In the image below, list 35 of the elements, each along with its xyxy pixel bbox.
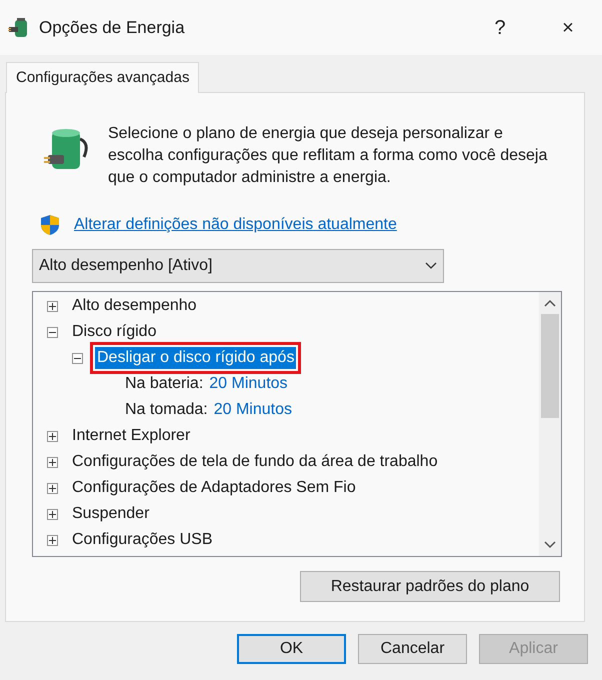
close-button[interactable]: ×	[534, 8, 602, 48]
shield-icon	[40, 214, 60, 236]
expand-icon[interactable]	[47, 482, 58, 494]
setting-value[interactable]: 20 Minutos	[214, 398, 292, 422]
tree-item[interactable]: Configurações de Adaptadores Sem Fio	[70, 477, 358, 499]
dialog-button[interactable]: OK	[237, 634, 346, 664]
setting-label: Na bateria:	[125, 374, 204, 394]
tree-item[interactable]: Alto desempenho	[70, 295, 199, 317]
tree-item[interactable]: Configurações USB	[70, 529, 215, 551]
help-button[interactable]: ?	[466, 8, 534, 48]
tree-item[interactable]: Configurações de tela de fundo da área de trabalho	[70, 451, 440, 473]
scrollbar[interactable]	[539, 292, 561, 556]
collapse-icon[interactable]	[72, 352, 83, 364]
window-title: Opções de Energia	[39, 16, 185, 39]
description-text: Selecione o plano de energia que deseja personalizar e escolha configurações que reflitam a forma como você deseja que o computador administre a energia.	[108, 124, 548, 188]
tree-item[interactable]: Desligar o disco rígido após	[95, 347, 296, 369]
chevron-down-icon	[425, 262, 437, 270]
tree-item[interactable]: Internet Explorer	[70, 425, 192, 447]
expand-icon[interactable]	[47, 456, 58, 468]
expand-icon[interactable]	[47, 534, 58, 546]
settings-link[interactable]: Alterar definições não disponíveis atualmente	[74, 213, 397, 237]
battery-plug-icon	[8, 16, 30, 38]
tab[interactable]: Configurações avançadas	[6, 62, 200, 93]
expand-icon[interactable]	[47, 430, 58, 442]
scroll-thumb[interactable]	[541, 314, 559, 418]
collapse-icon[interactable]	[47, 326, 58, 338]
expand-icon[interactable]	[47, 508, 58, 520]
setting-label: Na tomada:	[125, 400, 208, 420]
tree-item[interactable]: Disco rígido	[70, 321, 158, 343]
dialog-button[interactable]: Cancelar	[358, 634, 467, 664]
plan-dropdown[interactable]: Alto desempenho [Ativo]	[32, 249, 444, 283]
restore-defaults-button[interactable]: Restaurar padrões do plano	[300, 571, 560, 602]
expand-icon[interactable]	[47, 300, 58, 312]
tree-item[interactable]: Suspender	[70, 503, 152, 525]
setting-value[interactable]: 20 Minutos	[209, 372, 288, 396]
